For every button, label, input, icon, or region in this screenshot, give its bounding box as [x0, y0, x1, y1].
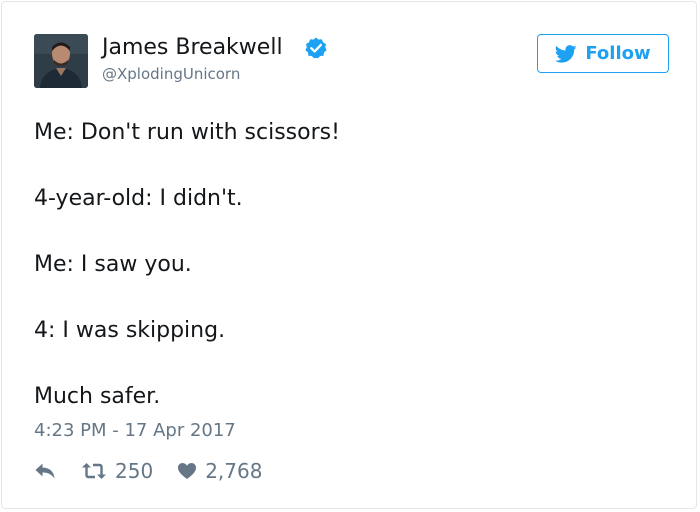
author-name[interactable]: James Breakwell: [102, 34, 283, 62]
tweet-text-line: 4: I was skipping.: [34, 318, 226, 343]
author-handle[interactable]: @XplodingUnicorn: [102, 64, 240, 84]
retweet-icon: [82, 463, 106, 479]
reply-icon: [35, 463, 55, 479]
heart-icon: [178, 463, 197, 479]
tweet-card: James Breakwell @XplodingUnicorn Follow …: [1, 1, 697, 509]
follow-button[interactable]: Follow: [537, 34, 669, 73]
tweet-actions: 250 2,768: [34, 457, 262, 485]
tweet-timestamp[interactable]: 4:23 PM - 17 Apr 2017: [34, 419, 236, 443]
twitter-bird-icon: [555, 44, 577, 63]
tweet-text-line: Me: I saw you.: [34, 252, 192, 277]
retweet-button[interactable]: 250: [81, 459, 153, 483]
retweet-count: 250: [115, 459, 154, 483]
like-button[interactable]: 2,768: [177, 459, 262, 483]
avatar-image: [34, 34, 88, 88]
verified-badge-icon: [305, 37, 327, 59]
like-count: 2,768: [205, 459, 263, 483]
reply-button[interactable]: [34, 462, 58, 480]
tweet-text-line: Me: Don't run with scissors!: [34, 120, 340, 145]
tweet-text-line: 4-year-old: I didn't.: [34, 186, 243, 211]
avatar[interactable]: [34, 34, 88, 88]
tweet-text-line: Much safer.: [34, 384, 161, 409]
follow-button-label: Follow: [585, 43, 651, 64]
